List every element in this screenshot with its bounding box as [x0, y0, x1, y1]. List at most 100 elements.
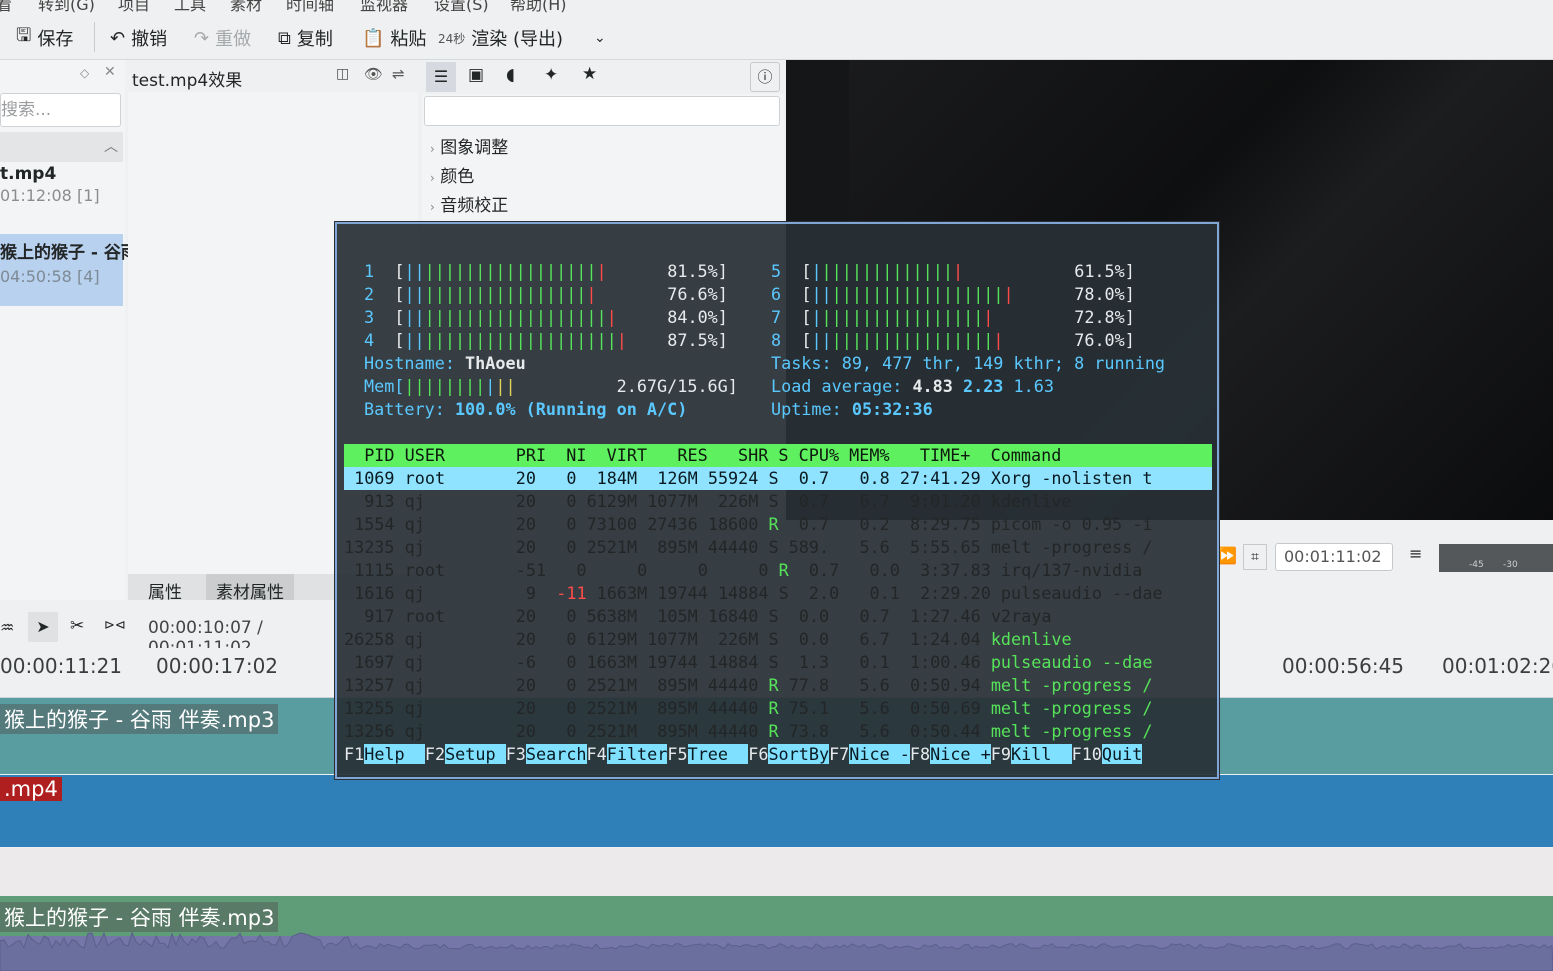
menubar: 看 转到(G) 项目 工具 素材 时间轴 监视器 设置(S) 帮助(H) [0, 0, 1553, 14]
htop-process-row[interactable]: 1115 root -51 0 0 0 0 R 0.7 0.0 3:37.83 … [344, 559, 1212, 582]
htop-process-row[interactable]: 13257 qj 20 0 2521M 895M 44440 R 77.8 5.… [344, 674, 1212, 697]
htop-process-row[interactable]: 1616 qj 9 -11 1663M 19744 14884 S 2.0 0.… [344, 582, 1212, 605]
menu-view[interactable]: 看 [0, 0, 12, 14]
copy-button[interactable]: ⧉ 复制 [278, 24, 333, 52]
main-toolbar: 🖫 保存 ↶ 撤销 ↷ 重做 ⧉ 复制 📋 粘贴 24秒 渲染 (导出) ⌄ [0, 14, 1553, 60]
fkey-label: Setup [445, 744, 506, 764]
menu-timeline[interactable]: 时间轴 [286, 0, 334, 14]
undo-button[interactable]: ↶ 撤销 [110, 24, 167, 52]
toolbar-overflow-chevron-icon[interactable]: ⌄ [594, 24, 606, 52]
list-icon[interactable]: ☰ [426, 62, 456, 92]
audio-clip2-label: 猴上的猴子 - 谷雨 伴奏.mp3 [0, 902, 279, 932]
htop-function-key-bar: F1Help F2Setup F3SearchF4FilterF5Tree F6… [344, 743, 1212, 766]
effects-category-list: › 图象调整 › 颜色 › 音频校正 [430, 134, 508, 221]
menu-tools[interactable]: 工具 [174, 0, 206, 14]
monitor-timecode-input[interactable]: 00:01:11:02 [1275, 543, 1393, 571]
htop-terminal-window[interactable]: 1 [|||||||||||||||||||| 81.5%] 2 [|||||||… [335, 222, 1219, 779]
menu-help[interactable]: 帮助(H) [510, 0, 567, 14]
fkey-f3[interactable]: F3 [506, 744, 526, 764]
htop-cpu-meter-5: 5 [||||||||||||||| 61.5%] [771, 261, 1135, 281]
collapse-chevron-icon[interactable]: ︿ [104, 136, 118, 156]
htop-process-row[interactable]: 1554 qj 20 0 73100 27436 18600 R 0.7 0.2… [344, 513, 1212, 536]
category-image-adjust[interactable]: › 图象调整 [430, 134, 508, 163]
fkey-f4[interactable]: F4 [587, 744, 607, 764]
htop-cpu-meter-7: 7 [|||||||||||||||||| 72.8%] [771, 307, 1135, 327]
select-tool-icon[interactable]: ➤ [28, 612, 58, 642]
eye-icon[interactable]: 👁 [364, 65, 383, 83]
pin-star-icon[interactable]: ✦ [544, 65, 558, 85]
menu-clip[interactable]: 素材 [230, 0, 262, 14]
sliders-icon[interactable]: ⇌ [392, 65, 405, 83]
bin-search-input[interactable]: 搜索... [0, 93, 121, 127]
audio-vu-meter: -45 -30 [1439, 544, 1553, 572]
razor-tool-icon[interactable]: ✂ [70, 616, 84, 636]
audio-icon[interactable]: ◖ [506, 65, 515, 85]
effect-stack-title: test.mp4效果 [132, 71, 243, 91]
save-button[interactable]: 🖫 保存 [16, 24, 73, 52]
forward-icon[interactable]: ⏩ [1217, 546, 1237, 565]
close-panel-icon[interactable]: ✕ [104, 64, 116, 80]
htop-process-row[interactable]: 1697 qj -6 0 1663M 19744 14884 S 1.3 0.1… [344, 651, 1212, 674]
fkey-label: Nice + [930, 744, 991, 764]
effects-toolbar: ☰ ▣ ◖ ✦ ★ ⓘ [422, 60, 784, 94]
htop-process-row[interactable]: 913 qj 20 0 6129M 1077M 226M S 0.7 6.7 9… [344, 490, 1212, 513]
fkey-label: Nice - [849, 744, 910, 764]
menu-project[interactable]: 项目 [118, 0, 150, 14]
htop-process-row[interactable]: 917 root 20 0 5638M 105M 16840 S 0.0 0.7… [344, 605, 1212, 628]
effect-stack-header: test.mp4效果 ◫ 👁 ⇌ [128, 60, 418, 92]
menu-settings[interactable]: 设置(S) [434, 0, 489, 14]
bin-item-video[interactable]: t.mp4 01:12:08 [1] [0, 164, 123, 224]
fkey-f9[interactable]: F9 [991, 744, 1011, 764]
track-audio-waveform[interactable]: 猴上的猴子 - 谷雨 伴奏.mp3 [0, 896, 1553, 971]
fkey-f2[interactable]: F2 [425, 744, 445, 764]
render-button[interactable]: 24秒 渲染 (导出) [438, 24, 563, 52]
spacer-tool-icon[interactable]: ⊳⊲ [104, 618, 126, 633]
htop-uptime: Uptime: 05:32:36 [771, 399, 933, 419]
video-clip-label: .mp4 [0, 777, 62, 801]
film-icon[interactable]: ▣ [468, 65, 484, 85]
menu-icon[interactable]: ≡ [1409, 544, 1422, 563]
htop-cpu-meter-1: 1 [|||||||||||||||||||| 81.5%] [364, 261, 728, 281]
track-video-clip[interactable]: .mp4 [0, 775, 1553, 847]
fkey-f6[interactable]: F6 [748, 744, 768, 764]
monitor-controls: ⏩ ⌗ 00:01:11:02 ≡ -45 -30 [1217, 540, 1553, 576]
crop-icon[interactable]: ⌗ [1243, 544, 1267, 570]
save-icon: 🖫 [16, 25, 32, 46]
toolbar-separator [94, 22, 95, 52]
fkey-label: Quit [1101, 744, 1143, 764]
audio-clip-label: 猴上的猴子 - 谷雨 伴奏.mp3 [0, 704, 279, 734]
htop-battery: Battery: 100.0% (Running on A/C) [364, 399, 688, 419]
htop-hostname: Hostname: ThAoeu [364, 353, 526, 373]
float-panel-icon[interactable]: ◇ [80, 66, 89, 80]
category-color[interactable]: › 颜色 [430, 163, 508, 192]
expand-chevron-icon: › [430, 142, 435, 156]
bin-item-audio[interactable]: 猴上的猴子 - 谷雨 04:50:58 [4] [0, 234, 138, 306]
htop-process-row[interactable]: 1069 root 20 0 184M 126M 55924 S 0.7 0.8… [344, 467, 1212, 490]
track-empty[interactable] [0, 848, 1553, 896]
fkey-f7[interactable]: F7 [829, 744, 849, 764]
fkey-label: Search [525, 744, 587, 764]
paste-button[interactable]: 📋 粘贴 [362, 24, 426, 52]
htop-column-header[interactable]: PID USER PRI NI VIRT RES SHR S CPU% MEM%… [344, 444, 1212, 467]
fkey-f5[interactable]: F5 [667, 744, 687, 764]
htop-load-average: Load average: 4.83 2.23 1.63 [771, 376, 1054, 396]
htop-process-row[interactable]: 13255 qj 20 0 2521M 895M 44440 R 75.1 5.… [344, 697, 1212, 720]
htop-process-row[interactable]: 13235 qj 20 0 2521M 895M 44440 S 589. 5.… [344, 536, 1212, 559]
info-icon[interactable]: ⓘ [750, 62, 780, 92]
fkey-f10[interactable]: F10 [1072, 744, 1102, 764]
htop-process-row[interactable]: 13256 qj 20 0 2521M 895M 44440 R 73.8 5.… [344, 720, 1212, 743]
favorite-star-icon[interactable]: ★ [582, 64, 597, 84]
menu-monitor[interactable]: 监视器 [360, 0, 408, 14]
effects-search-input[interactable] [424, 96, 780, 126]
compare-icon[interactable]: ◫ [336, 66, 349, 82]
redo-button[interactable]: ↷ 重做 [194, 24, 251, 52]
fkey-f8[interactable]: F8 [910, 744, 930, 764]
fkey-label: Kill [1010, 744, 1072, 764]
undo-icon: ↶ [110, 27, 126, 49]
fkey-f1[interactable]: F1 [344, 744, 364, 764]
project-bin: ◇ ✕ 搜索... ︿ t.mp4 01:12:08 [1] 猴上的猴子 - 谷… [0, 60, 138, 600]
htop-process-row[interactable]: 26258 qj 20 0 6129M 1077M 226M S 0.0 6.7… [344, 628, 1212, 651]
menu-goto[interactable]: 转到(G) [38, 0, 95, 14]
audio-waveform-icon[interactable]: ♒ [0, 618, 14, 637]
category-audio-correction[interactable]: › 音频校正 [430, 192, 508, 221]
